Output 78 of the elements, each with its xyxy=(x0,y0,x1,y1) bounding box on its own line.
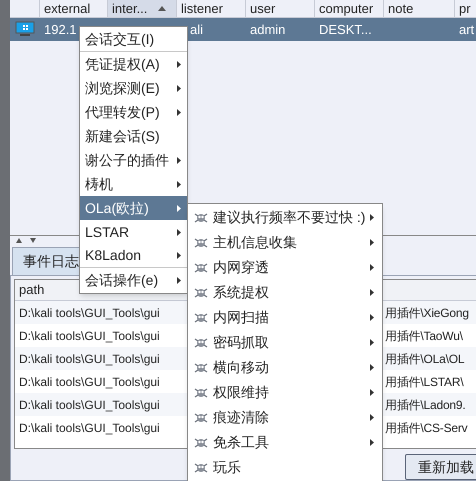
bug-icon xyxy=(194,312,208,324)
submenu-arrow-icon xyxy=(370,214,374,221)
column-header[interactable]: pr xyxy=(455,0,476,17)
table-cell-text: 用插件\Ladon9. xyxy=(385,396,466,414)
menu-item[interactable]: 痕迹清除 xyxy=(188,405,382,430)
column-header[interactable]: listener xyxy=(177,0,246,17)
menu-item[interactable]: 建议执行频率不要过快 :) xyxy=(188,205,382,230)
submenu-arrow-icon xyxy=(370,289,374,296)
submenu-arrow-icon xyxy=(370,364,374,371)
menu-item[interactable]: 免杀工具 xyxy=(188,430,382,455)
submenu-arrow-icon xyxy=(370,239,374,246)
menu-item[interactable]: 玩乐 xyxy=(188,455,382,480)
menu-item[interactable]: 新建会话(S) xyxy=(80,124,187,148)
column-header[interactable]: computer xyxy=(315,0,384,17)
menu-item[interactable]: 横向移动 xyxy=(188,355,382,380)
table-cell: 192.1 xyxy=(44,22,77,36)
submenu-arrow-icon xyxy=(177,60,181,68)
table-cell: D:\kali tools\GUI_Tools\gui xyxy=(19,420,160,434)
submenu-arrow-icon xyxy=(177,252,181,259)
column-header[interactable]: inter... xyxy=(108,0,177,17)
submenu-arrow-icon xyxy=(177,84,181,92)
column-header[interactable]: path xyxy=(19,280,44,300)
submenu-arrow-icon xyxy=(370,339,374,346)
submenu-arrow-icon xyxy=(177,180,181,188)
table-cell: ali xyxy=(190,22,204,36)
column-header[interactable]: note xyxy=(384,0,455,17)
bug-icon xyxy=(194,262,208,274)
bug-icon xyxy=(194,362,208,374)
menu-item[interactable]: 浏览探测(E) xyxy=(80,76,187,100)
menu-item[interactable]: 内网穿透 xyxy=(188,255,382,280)
table-cell-text: 用插件\TaoWu\ xyxy=(385,328,463,344)
menu-item[interactable]: 系统提权 xyxy=(188,280,382,305)
bug-icon xyxy=(194,436,208,448)
table-cell: DESKT... xyxy=(319,22,372,36)
menu-item[interactable]: OLa(欧拉) xyxy=(80,196,187,220)
table-cell: D:\kali tools\GUI_Tools\gui xyxy=(19,306,160,320)
table-cell: admin xyxy=(250,22,286,36)
table-cell-text: 用插件\OLa\OL xyxy=(385,350,464,368)
bug-icon xyxy=(194,212,208,224)
submenu-arrow-icon xyxy=(370,389,374,396)
table-cell: D:\kali tools\GUI_Tools\gui xyxy=(19,398,160,412)
split-arrows-icon[interactable] xyxy=(16,238,38,244)
table-cell-text: 用插件\XieGong xyxy=(385,304,469,322)
submenu-arrow-icon xyxy=(370,264,374,271)
submenu-arrow-icon xyxy=(370,414,374,421)
table-cell: D:\kali tools\GUI_Tools\gui xyxy=(19,328,160,342)
submenu-arrow-icon xyxy=(370,439,374,446)
column-header[interactable]: user xyxy=(246,0,315,17)
bug-icon xyxy=(194,236,208,248)
menu-item[interactable]: 主机信息收集 xyxy=(188,230,382,255)
submenu-arrow-icon xyxy=(177,204,181,212)
submenu-arrow-icon xyxy=(177,276,181,284)
menu-item[interactable]: 权限维持 xyxy=(188,380,382,405)
submenu-arrow-icon xyxy=(370,314,374,321)
table-cell: art xyxy=(459,22,474,36)
submenu-arrow-icon xyxy=(177,108,181,116)
bug-icon xyxy=(194,336,208,348)
menu-item[interactable]: 代理转发(P) xyxy=(80,100,187,124)
menu-item[interactable]: 会话交互(I) xyxy=(80,28,187,52)
table-cell: D:\kali tools\GUI_Tools\gui xyxy=(19,374,160,388)
menu-item[interactable]: 谢公子的插件 xyxy=(80,148,187,172)
reload-button[interactable]: 重新加载 xyxy=(405,454,476,480)
bug-icon xyxy=(194,386,208,398)
bug-icon xyxy=(194,286,208,298)
bug-icon xyxy=(194,462,208,474)
menu-item[interactable]: 梼机 xyxy=(80,172,187,196)
table-cell-text: 用插件\LSTAR\ xyxy=(385,374,464,390)
table-cell-text: 用插件\CS-Serv xyxy=(385,420,468,436)
menu-item[interactable]: LSTAR xyxy=(80,220,187,244)
table-cell: D:\kali tools\GUI_Tools\gui xyxy=(19,352,160,366)
submenu-arrow-icon xyxy=(177,156,181,164)
menu-item[interactable]: 凭证提权(A) xyxy=(80,52,187,76)
monitor-icon xyxy=(15,21,35,38)
submenu-arrow-icon xyxy=(177,228,181,236)
bug-icon xyxy=(194,412,208,424)
menu-item[interactable]: 内网扫描 xyxy=(188,305,382,330)
sort-arrow-icon xyxy=(158,6,166,11)
menu-item[interactable]: 密码抓取 xyxy=(188,330,382,355)
